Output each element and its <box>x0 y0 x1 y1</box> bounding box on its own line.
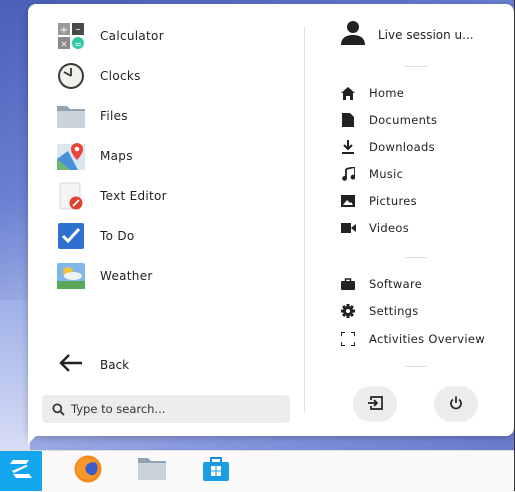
system-software[interactable]: Software <box>340 272 422 296</box>
place-home[interactable]: Home <box>340 81 404 105</box>
firefox-icon <box>73 454 103 488</box>
taskbar-software[interactable] <box>198 451 234 491</box>
app-label: Weather <box>100 269 153 283</box>
search-input[interactable]: Type to search... <box>71 402 165 416</box>
app-item-maps[interactable]: Maps <box>56 138 301 174</box>
taskbar-firefox[interactable] <box>70 451 106 491</box>
weather-icon <box>56 261 86 291</box>
place-label: Music <box>369 167 404 181</box>
user-account-item[interactable]: Live session u... <box>340 20 474 50</box>
back-button[interactable]: Back <box>58 350 129 380</box>
svg-text:+: + <box>60 25 68 36</box>
svg-text:–: – <box>76 24 81 35</box>
power-button[interactable] <box>434 386 478 422</box>
files-icon <box>56 101 86 131</box>
software-store-icon <box>202 456 230 486</box>
app-label: Clocks <box>100 69 141 83</box>
app-label: Maps <box>100 149 133 163</box>
system-activities-overview[interactable]: Activities Overview <box>340 327 485 351</box>
user-icon <box>340 20 366 50</box>
calculator-icon: + – × = <box>56 21 86 51</box>
text-editor-icon <box>56 181 86 211</box>
place-label: Videos <box>369 221 410 235</box>
app-label: Text Editor <box>100 189 167 203</box>
place-pictures[interactable]: Pictures <box>340 189 417 213</box>
app-item-clocks[interactable]: Clocks <box>56 58 301 94</box>
place-downloads[interactable]: Downloads <box>340 135 435 159</box>
place-documents[interactable]: Documents <box>340 108 437 132</box>
app-item-text-editor[interactable]: Text Editor <box>56 178 301 214</box>
svg-text:×: × <box>60 40 68 50</box>
gear-icon <box>340 303 356 319</box>
place-label: Documents <box>369 113 438 127</box>
app-item-files[interactable]: Files <box>56 98 301 134</box>
zorin-menu-button[interactable] <box>0 451 42 491</box>
app-menu-panel: + – × = Calculator Clocks Files Maps Tex… <box>28 4 514 436</box>
search-field[interactable]: Type to search... <box>42 395 290 423</box>
system-label: Activities Overview <box>369 332 485 346</box>
picture-icon <box>340 193 356 209</box>
software-icon <box>340 276 356 292</box>
home-icon <box>340 85 356 101</box>
place-label: Pictures <box>369 194 417 208</box>
place-music[interactable]: Music <box>340 162 403 186</box>
desktop-background <box>0 300 30 450</box>
taskbar-files[interactable] <box>134 451 170 491</box>
svg-text:=: = <box>74 40 82 50</box>
panel-pointer <box>28 430 42 444</box>
clocks-icon <box>56 61 86 91</box>
system-label: Settings <box>369 304 419 318</box>
place-label: Downloads <box>369 140 435 154</box>
taskbar <box>0 450 515 492</box>
activities-icon <box>340 331 356 347</box>
back-label: Back <box>100 358 130 372</box>
column-divider <box>304 26 305 412</box>
app-item-calculator[interactable]: + – × = Calculator <box>56 18 301 54</box>
arrow-left-icon <box>58 353 84 377</box>
app-item-weather[interactable]: Weather <box>56 258 301 294</box>
download-icon <box>340 139 356 155</box>
maps-icon <box>56 141 86 171</box>
files-icon <box>137 456 167 486</box>
power-icon <box>449 395 463 414</box>
app-label: To Do <box>100 229 135 243</box>
app-label: Files <box>100 109 128 123</box>
place-label: Home <box>369 86 405 100</box>
logout-icon <box>367 395 383 414</box>
video-icon <box>340 220 356 236</box>
separator <box>405 257 427 258</box>
search-icon <box>52 402 65 416</box>
separator <box>405 366 427 367</box>
todo-icon <box>56 221 86 251</box>
app-item-to-do[interactable]: To Do <box>56 218 301 254</box>
zorin-menu-icon <box>8 459 34 483</box>
document-icon <box>340 112 356 128</box>
separator <box>405 66 427 67</box>
system-label: Software <box>369 277 423 291</box>
place-videos[interactable]: Videos <box>340 216 409 240</box>
logout-button[interactable] <box>353 386 397 422</box>
system-settings[interactable]: Settings <box>340 299 419 323</box>
app-label: Calculator <box>100 29 164 43</box>
music-icon <box>340 166 356 182</box>
user-label: Live session u... <box>378 28 474 42</box>
